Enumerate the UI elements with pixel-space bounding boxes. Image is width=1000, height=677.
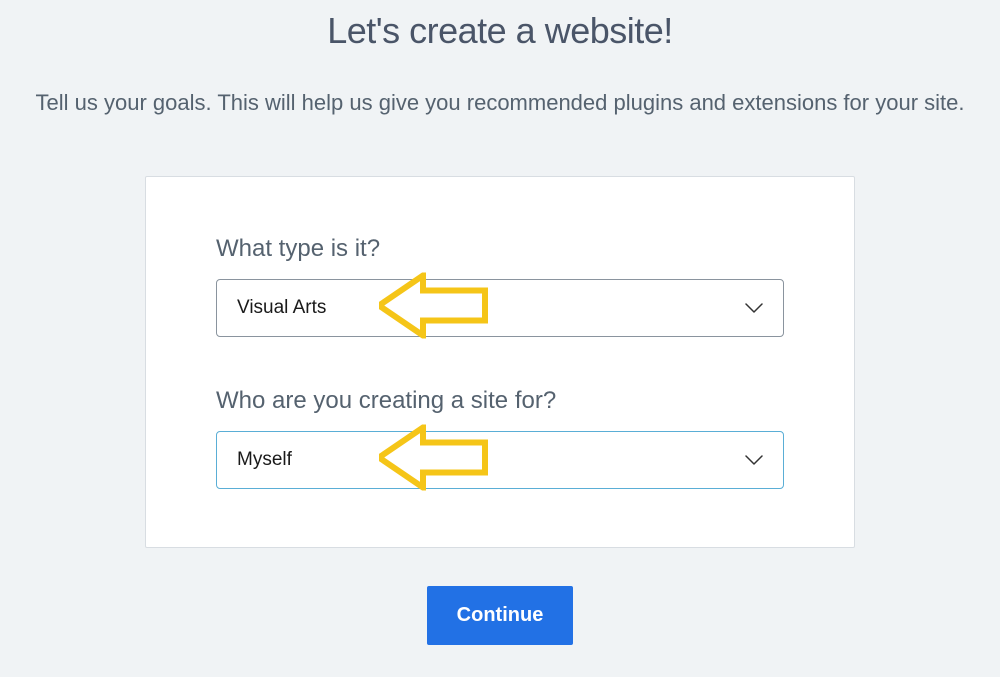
field-label-who: Who are you creating a site for? [216,387,784,415]
field-group-type: What type is it? Visual Arts [216,235,784,337]
chevron-down-icon [745,449,763,471]
select-type-value: Visual Arts [237,297,326,319]
continue-button[interactable]: Continue [427,586,574,645]
form-card: What type is it? Visual Arts [145,176,855,548]
page-subtitle: Tell us your goals. This will help us gi… [36,90,965,116]
select-who[interactable]: Myself [216,431,784,489]
field-group-who: Who are you creating a site for? Myself [216,387,784,489]
select-who-value: Myself [237,449,292,471]
page-title: Let's create a website! [327,10,673,52]
field-label-type: What type is it? [216,235,784,263]
select-type[interactable]: Visual Arts [216,279,784,337]
chevron-down-icon [745,297,763,319]
